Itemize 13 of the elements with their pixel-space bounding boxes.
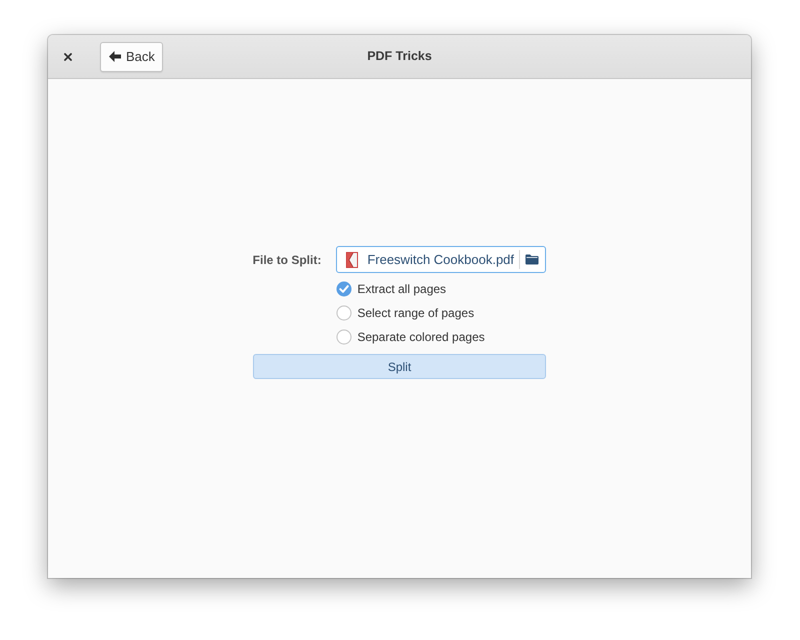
back-button[interactable]: Back — [100, 42, 163, 72]
folder-icon — [525, 254, 540, 265]
radio-option[interactable]: Separate colored pages — [336, 329, 485, 345]
file-chooser[interactable]: Freeswitch Cookbook.pdf — [336, 246, 546, 273]
close-button[interactable] — [62, 50, 74, 62]
radio-option[interactable]: Select range of pages — [336, 305, 474, 321]
file-label: File to Split: — [252, 252, 322, 266]
arrow-left-icon — [109, 51, 121, 62]
split-button[interactable]: Split — [252, 354, 546, 379]
close-icon — [64, 52, 72, 60]
pdf-document-icon — [346, 252, 358, 268]
window-title: PDF Tricks — [367, 49, 432, 63]
radio-option[interactable]: Extract all pages — [336, 281, 446, 297]
